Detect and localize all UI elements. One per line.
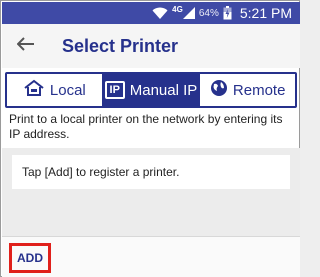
content-panel: Tap [Add] to register a printer. (2, 148, 300, 236)
back-button[interactable] (6, 26, 46, 66)
hint-box: Tap [Add] to register a printer. (12, 155, 290, 189)
globe-icon (210, 79, 228, 101)
page-title: Select Printer (62, 35, 179, 56)
home-icon (23, 79, 45, 101)
cellular-signal-icon: 4G (172, 5, 195, 19)
ip-icon: IP (104, 81, 125, 99)
arrow-back-icon (16, 36, 35, 56)
printer-type-tabs: Local IP Manual IP Remote (5, 72, 297, 108)
clock: 5:21 PM (239, 5, 292, 21)
tab-remote-label: Remote (232, 81, 286, 99)
hint-text: Tap [Add] to register a printer. (22, 165, 180, 179)
tab-manual-ip[interactable]: IP Manual IP (101, 74, 199, 106)
app-bar: Select Printer (2, 24, 300, 68)
tab-local[interactable]: Local (7, 74, 102, 106)
wifi-icon (152, 6, 168, 20)
battery-percent: 64% (198, 7, 219, 19)
battery-charging-icon (223, 6, 232, 20)
tab-manual-ip-label: Manual IP (129, 81, 198, 99)
status-bar: 4G 64% 5:21 PM (2, 2, 300, 24)
tab-local-label: Local (49, 81, 86, 99)
app-frame: 4G 64% 5:21 PM Select Printer Local IP M… (0, 0, 300, 277)
add-button-highlight: ADD (9, 243, 51, 273)
bottom-action-bar: ADD (2, 236, 300, 277)
network-type-label: 4G (172, 5, 183, 14)
tab-remote[interactable]: Remote (198, 74, 295, 106)
add-button[interactable]: ADD (17, 251, 43, 265)
description-text: Print to a local printer on the network … (9, 112, 283, 141)
